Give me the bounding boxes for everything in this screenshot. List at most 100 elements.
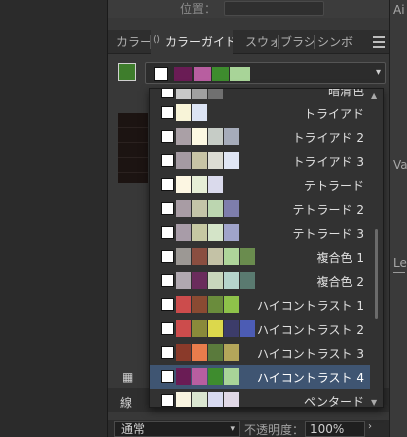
position-field[interactable] [224, 1, 324, 16]
rule-swatch [224, 200, 239, 217]
menu-scrollbar[interactable]: ▲ ▼ [371, 91, 381, 407]
rule-base-swatch [161, 154, 174, 167]
scroll-down-icon[interactable]: ▼ [371, 398, 377, 407]
tab-collapse-icon[interactable]: ⟨⟩ [153, 35, 160, 45]
harmony-rules-dropdown[interactable]: ▾ [145, 62, 386, 84]
rule-base-swatch [161, 202, 174, 215]
tab-swatches[interactable]: スウォ [245, 30, 277, 54]
grid-icon[interactable]: ▦ [122, 370, 133, 384]
tab-separator [278, 35, 279, 49]
scrollbar-thumb[interactable] [375, 229, 378, 319]
base-color-swatch[interactable] [118, 63, 136, 81]
rule-swatch [208, 368, 223, 385]
harmony-rule-item[interactable]: 複合色 1 [150, 245, 370, 269]
rule-base-swatch [161, 130, 174, 143]
rule-swatch [208, 152, 223, 169]
harmony-swatch [154, 67, 168, 81]
rule-swatch [192, 248, 207, 265]
rule-swatch [176, 296, 191, 313]
harmony-swatch [230, 67, 250, 81]
blend-mode-select[interactable]: 通常 ▾ [114, 421, 240, 437]
color-variations-grid[interactable] [118, 113, 148, 183]
rule-swatch [224, 296, 239, 313]
rule-label: トライアド 2 [292, 131, 364, 145]
rule-base-swatch [161, 250, 174, 263]
harmony-rule-item[interactable]: トライアド 2 [150, 125, 370, 149]
harmony-swatch [212, 67, 229, 81]
rule-swatch [208, 272, 223, 289]
harmony-rule-item[interactable]: テトラード 3 [150, 221, 370, 245]
rule-swatch [208, 248, 223, 265]
rule-swatch [224, 248, 239, 265]
right-strip-label: Le [393, 256, 407, 270]
rule-swatch [208, 320, 223, 337]
rule-swatch [192, 128, 207, 145]
rule-swatch [176, 392, 191, 407]
rule-swatch [192, 176, 207, 193]
rule-label: 複合色 2 [316, 275, 364, 289]
rule-base-swatch [161, 178, 174, 191]
rule-swatch [176, 176, 191, 193]
harmony-rule-item[interactable]: ハイコントラスト 2 [150, 317, 370, 341]
rule-swatch [176, 224, 191, 241]
rule-label: 複合色 1 [316, 251, 364, 265]
rule-base-swatch [161, 274, 174, 287]
harmony-rule-item[interactable]: トライアド [150, 101, 370, 125]
rule-swatch [240, 272, 255, 289]
harmony-rule-item[interactable]: 暗清色 [150, 89, 370, 101]
harmony-rule-item[interactable]: トライアド 3 [150, 149, 370, 173]
rule-swatch [176, 200, 191, 217]
tab-color[interactable]: カラー [116, 30, 150, 54]
rule-swatch [224, 320, 239, 337]
panel-menu-icon[interactable] [373, 36, 385, 48]
rule-swatch [208, 296, 223, 313]
position-label: 位置： [180, 2, 217, 16]
rule-base-swatch [161, 394, 174, 407]
rule-label: トライアド 3 [292, 155, 364, 169]
rule-swatch [224, 368, 239, 385]
rule-base-swatch [161, 346, 174, 359]
rule-swatch [192, 224, 207, 241]
tab-symbols[interactable]: シンボ [317, 30, 355, 54]
rule-label: ハイコントラスト 1 [257, 299, 364, 313]
harmony-rule-item[interactable]: テトラード 2 [150, 197, 370, 221]
opacity-field[interactable]: 100% [305, 421, 365, 437]
harmony-rule-item[interactable]: ハイコントラスト 1 [150, 293, 370, 317]
rule-swatch [192, 152, 207, 169]
chevron-right-icon[interactable]: › [368, 421, 372, 432]
rule-swatch [192, 200, 207, 217]
harmony-rules-menu: ▲ ▼ 暗清色トライアドトライアド 2 トライアド 3 テトラードテトラード 2 テト… [149, 88, 384, 408]
harmony-rule-item[interactable]: ハイコントラスト 4 [150, 365, 370, 389]
rule-swatch [176, 320, 191, 337]
rule-swatch [208, 128, 223, 145]
tab-brushes[interactable]: ブラシ [280, 30, 314, 54]
rule-swatch [192, 272, 207, 289]
tab-color-guide[interactable]: カラーガイド [151, 30, 233, 54]
harmony-rule-item[interactable]: 複合色 2 [150, 269, 370, 293]
rule-swatch [176, 152, 191, 169]
rule-swatch [192, 104, 207, 121]
harmony-rule-item[interactable]: ハイコントラスト 3 [150, 341, 370, 365]
chevron-down-icon: ▾ [230, 424, 235, 434]
opacity-label: 不透明度： [244, 423, 305, 437]
rule-swatch [192, 296, 207, 313]
chevron-down-icon: ▾ [375, 67, 381, 78]
right-strip-label: Ai [393, 3, 405, 17]
rule-swatch [192, 344, 207, 361]
rule-swatch [192, 392, 207, 407]
harmony-rule-item[interactable]: ペンタード [150, 389, 370, 407]
rule-base-swatch [161, 89, 174, 98]
rule-base-swatch [161, 298, 174, 311]
rule-base-swatch [161, 370, 174, 383]
rule-swatch [176, 89, 191, 99]
right-panel-strip: Ai Va Le [389, 0, 407, 437]
rule-label: テトラード [303, 179, 364, 193]
right-strip-label: Va [393, 158, 407, 172]
rule-swatch [208, 344, 223, 361]
scroll-up-icon[interactable]: ▲ [371, 91, 377, 100]
rule-label: トライアド [303, 107, 364, 121]
harmony-swatch [174, 67, 192, 81]
appearance-bar: 通常 ▾ 不透明度： 100% › [108, 420, 389, 437]
harmony-rule-item[interactable]: テトラード [150, 173, 370, 197]
rule-label: テトラード 3 [292, 227, 364, 241]
